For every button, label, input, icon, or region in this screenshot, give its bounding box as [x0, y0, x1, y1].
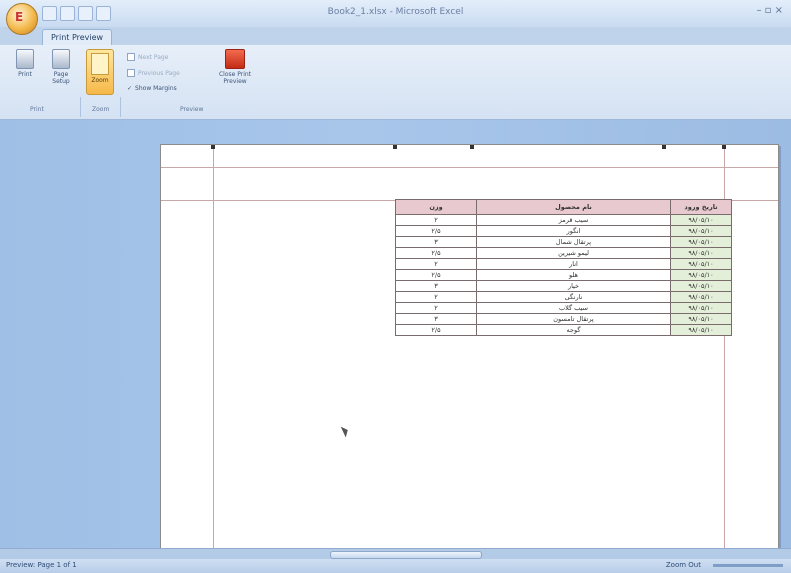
next-page-label: Next Page	[138, 53, 169, 61]
table-row: ۲ نارنگی ۹۸/۰۵/۱۰	[395, 291, 732, 303]
column-handle[interactable]	[393, 145, 397, 149]
group-label-print: Print	[30, 106, 44, 113]
next-page-button[interactable]: Next Page	[127, 53, 168, 61]
table-row: ۲ انار ۹۸/۰۵/۱۰	[395, 258, 732, 270]
cell-product: هلو	[476, 269, 671, 281]
column-header-weight: وزن	[395, 199, 477, 215]
status-page-info: Preview: Page 1 of 1	[6, 561, 77, 569]
cell-product: انار	[476, 258, 671, 270]
data-table: وزن نام محصول تاریخ ورود ۲ سیب قرمز ۹۸/۰۵/…	[395, 199, 732, 336]
table-row: ۲ سیب قرمز ۹۸/۰۵/۱۰	[395, 214, 732, 226]
cell-product: انگور	[476, 225, 671, 237]
cell-weight: ۲	[395, 258, 477, 270]
table-row: ۲/۵ گوجه ۹۸/۰۵/۱۰	[395, 324, 732, 336]
group-label-preview: Preview	[180, 106, 204, 113]
printer-icon	[16, 49, 34, 69]
page-setup-label: Page Setup	[52, 71, 70, 85]
office-button[interactable]: E	[6, 3, 38, 35]
group-label-zoom: Zoom	[92, 106, 110, 113]
cell-product: پرتقال تامسون	[476, 313, 671, 325]
table-row: ۲ سیب گلاب ۹۸/۰۵/۱۰	[395, 302, 732, 314]
cell-date: ۹۸/۰۵/۱۰	[670, 313, 732, 325]
cell-date: ۹۸/۰۵/۱۰	[670, 236, 732, 248]
horizontal-scrollbar[interactable]	[0, 548, 791, 559]
header-margin-line[interactable]	[161, 167, 778, 168]
cell-weight: ۲/۵	[395, 247, 477, 259]
group-separator	[120, 97, 121, 117]
cell-date: ۹۸/۰۵/۱۰	[670, 269, 732, 281]
table-row: ۳ خیار ۹۸/۰۵/۱۰	[395, 280, 732, 292]
next-page-icon	[127, 53, 135, 61]
cell-product: پرتقال شمال	[476, 236, 671, 248]
zoom-slider[interactable]	[713, 564, 783, 567]
previous-page-button[interactable]: Previous Page	[127, 69, 180, 77]
group-separator	[80, 97, 81, 117]
ribbon: Print Page Setup Zoom Next Page Previous…	[0, 45, 791, 120]
column-handle[interactable]	[470, 145, 474, 149]
column-header-date: تاریخ ورود	[670, 199, 732, 215]
column-header-product: نام محصول	[476, 199, 671, 215]
cell-date: ۹۸/۰۵/۱۰	[670, 280, 732, 292]
office-logo-icon: E	[15, 10, 24, 24]
close-preview-icon	[225, 49, 245, 69]
cell-date: ۹۸/۰۵/۱۰	[670, 214, 732, 226]
cell-weight: ۲/۵	[395, 324, 477, 336]
cell-product: سیب قرمز	[476, 214, 671, 226]
magnifier-icon	[91, 53, 109, 75]
cell-product: گوجه	[476, 324, 671, 336]
cell-date: ۹۸/۰۵/۱۰	[670, 258, 732, 270]
cell-product: سیب گلاب	[476, 302, 671, 314]
previous-page-label: Previous Page	[138, 69, 180, 77]
cell-weight: ۲/۵	[395, 225, 477, 237]
cell-date: ۹۸/۰۵/۱۰	[670, 324, 732, 336]
checkmark-icon: ✓	[127, 85, 133, 92]
window-title: Book2_1.xlsx - Microsoft Excel	[327, 7, 464, 17]
cell-date: ۹۸/۰۵/۱۰	[670, 247, 732, 259]
margin-handle[interactable]	[722, 145, 726, 149]
cell-weight: ۳	[395, 280, 477, 292]
cell-weight: ۳	[395, 313, 477, 325]
table-row: ۳ پرتقال تامسون ۹۸/۰۵/۱۰	[395, 313, 732, 325]
table-row: ۲/۵ هلو ۹۸/۰۵/۱۰	[395, 269, 732, 281]
table-row: ۲/۵ لیمو شیرین ۹۸/۰۵/۱۰	[395, 247, 732, 259]
table-header-row: وزن نام محصول تاریخ ورود	[395, 199, 732, 215]
previous-page-icon	[127, 69, 135, 77]
cell-date: ۹۸/۰۵/۱۰	[670, 302, 732, 314]
cell-weight: ۳	[395, 236, 477, 248]
cell-weight: ۲	[395, 291, 477, 303]
margin-handle[interactable]	[211, 145, 215, 149]
ribbon-tab-row	[0, 27, 791, 45]
zoom-button-label: Zoom	[91, 77, 109, 84]
page-setup-icon	[52, 49, 70, 69]
status-bar: Preview: Page 1 of 1 Zoom Out	[0, 559, 791, 573]
table-row: ۳ پرتقال شمال ۹۸/۰۵/۱۰	[395, 236, 732, 248]
cell-weight: ۲	[395, 214, 477, 226]
cell-product: خیار	[476, 280, 671, 292]
show-margins-checkbox[interactable]: ✓ Show Margins	[127, 85, 177, 92]
tab-print-preview[interactable]: Print Preview	[42, 29, 113, 46]
page-setup-button[interactable]: Page Setup	[50, 49, 72, 85]
cell-weight: ۲	[395, 302, 477, 314]
cell-product: لیمو شیرین	[476, 247, 671, 259]
left-margin-line[interactable]	[213, 145, 214, 549]
preview-page: وزن نام محصول تاریخ ورود ۲ سیب قرمز ۹۸/۰۵/…	[160, 144, 779, 550]
cell-weight: ۲/۵	[395, 269, 477, 281]
print-button-label: Print	[18, 71, 32, 78]
show-margins-label: Show Margins	[135, 85, 177, 92]
column-handle[interactable]	[662, 145, 666, 149]
title-bar: Book2_1.xlsx - Microsoft Excel – ▫ ×	[0, 0, 791, 27]
zoom-out-button[interactable]: Zoom Out	[666, 561, 701, 569]
cell-date: ۹۸/۰۵/۱۰	[670, 291, 732, 303]
cell-product: نارنگی	[476, 291, 671, 303]
scrollbar-thumb[interactable]	[330, 551, 482, 559]
window-controls[interactable]: – ▫ ×	[756, 5, 783, 16]
zoom-button[interactable]: Zoom	[86, 49, 114, 95]
table-row: ۲/۵ انگور ۹۸/۰۵/۱۰	[395, 225, 732, 237]
close-print-preview-button[interactable]: Close Print Preview	[213, 49, 257, 85]
print-button[interactable]: Print	[14, 49, 36, 78]
close-print-preview-label: Close Print Preview	[218, 71, 252, 85]
cell-date: ۹۸/۰۵/۱۰	[670, 225, 732, 237]
